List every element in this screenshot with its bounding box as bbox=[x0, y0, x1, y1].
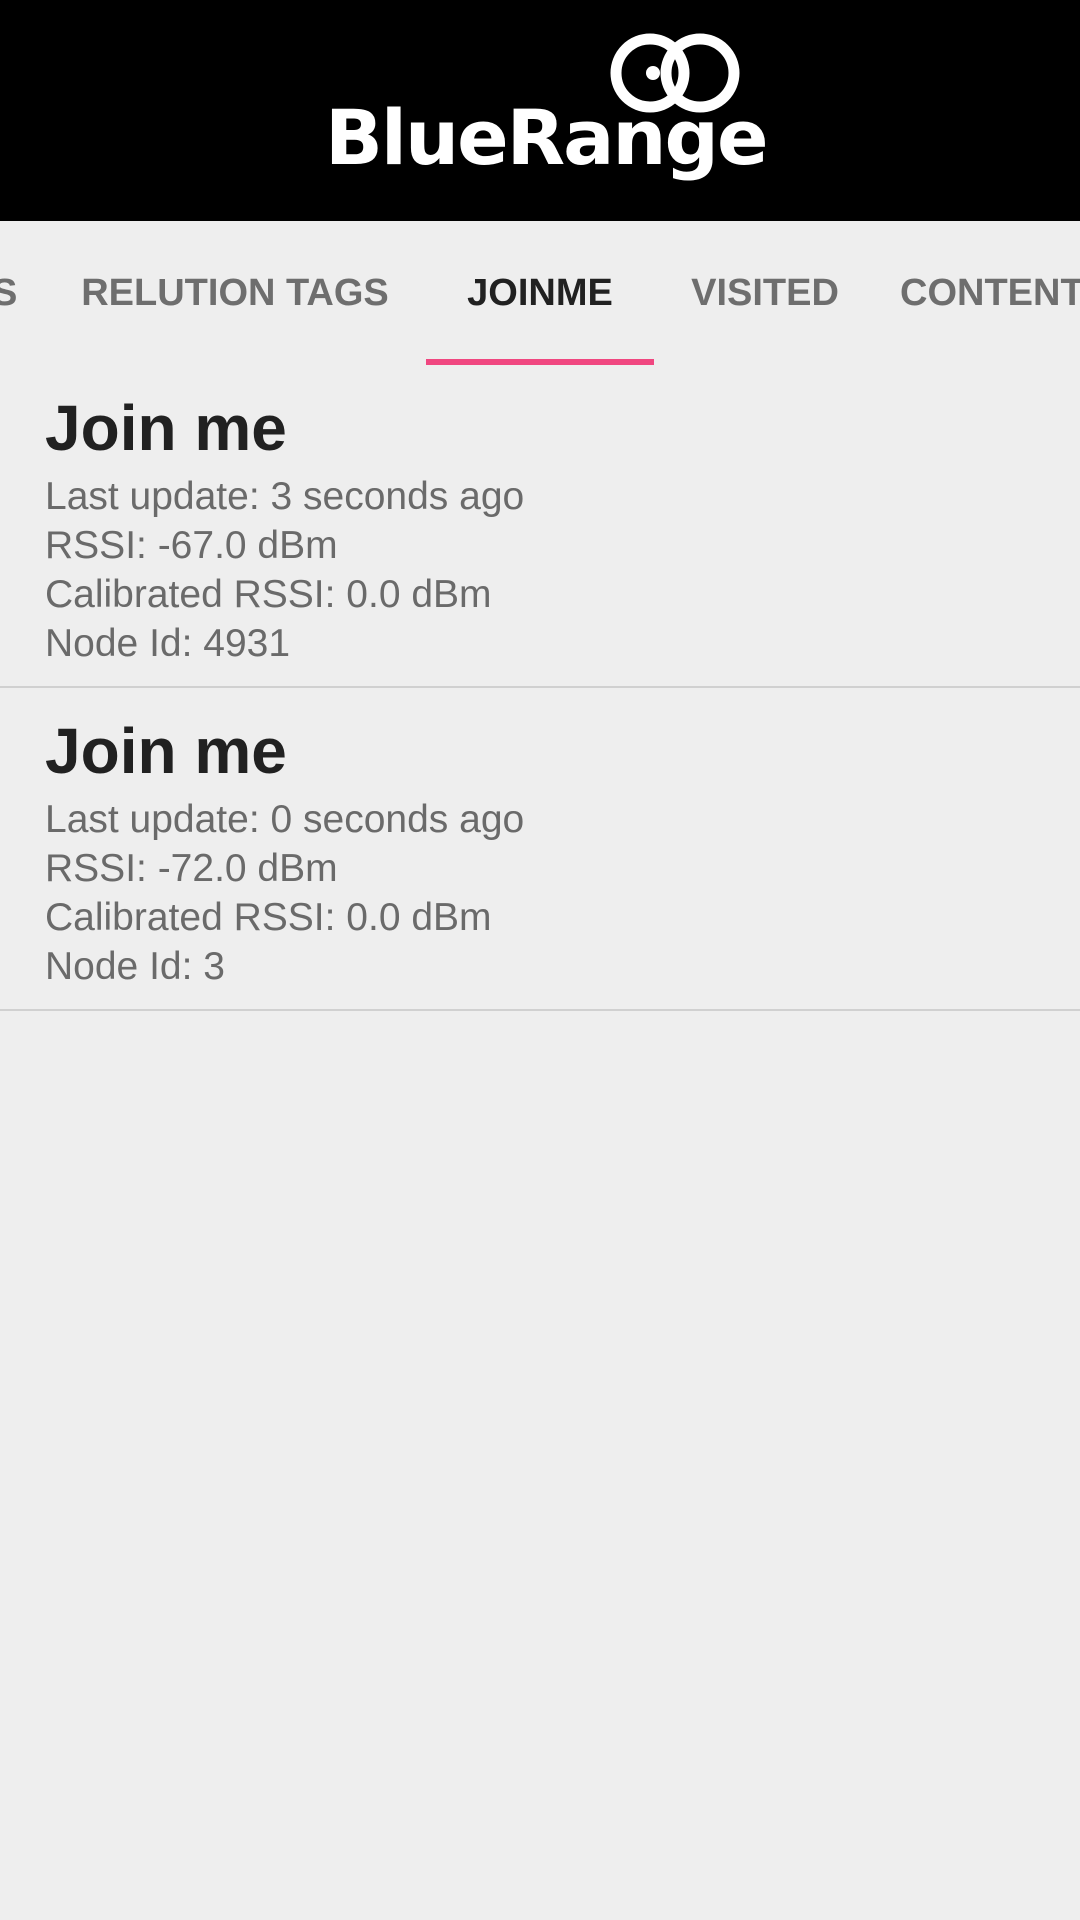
list-item[interactable]: Join me Last update: 3 seconds ago RSSI:… bbox=[0, 365, 1080, 688]
tab-joinme[interactable]: JOINME bbox=[426, 221, 654, 365]
rssi-text: RSSI: -67.0 dBm bbox=[45, 524, 338, 567]
last-update-text: Last update: 0 seconds ago bbox=[45, 798, 525, 841]
rssi-text: RSSI: -72.0 dBm bbox=[45, 847, 338, 890]
tab-bar: S RELUTION TAGS JOINME VISITED CONTENT bbox=[0, 221, 1080, 365]
tab-content[interactable]: CONTENT bbox=[900, 221, 1080, 365]
item-title: Join me bbox=[45, 392, 287, 464]
logo-wordmark: BlueRange bbox=[325, 93, 768, 182]
app-header: BlueRange bbox=[0, 0, 1080, 221]
node-id-text: Node Id: 4931 bbox=[45, 622, 291, 665]
item-title: Join me bbox=[45, 715, 287, 787]
last-update-text: Last update: 3 seconds ago bbox=[45, 475, 525, 518]
bluerange-logo: BlueRange bbox=[320, 20, 768, 210]
tab-visited[interactable]: VISITED bbox=[680, 221, 850, 365]
calibrated-rssi-text: Calibrated RSSI: 0.0 dBm bbox=[45, 573, 492, 616]
beacon-list: Join me Last update: 3 seconds ago RSSI:… bbox=[0, 365, 1080, 1011]
tab-relution-tags[interactable]: RELUTION TAGS bbox=[70, 221, 400, 365]
list-item[interactable]: Join me Last update: 0 seconds ago RSSI:… bbox=[0, 688, 1080, 1011]
node-id-text: Node Id: 3 bbox=[45, 945, 225, 988]
tab-partial-left[interactable]: S bbox=[0, 221, 17, 365]
calibrated-rssi-text: Calibrated RSSI: 0.0 dBm bbox=[45, 896, 492, 939]
